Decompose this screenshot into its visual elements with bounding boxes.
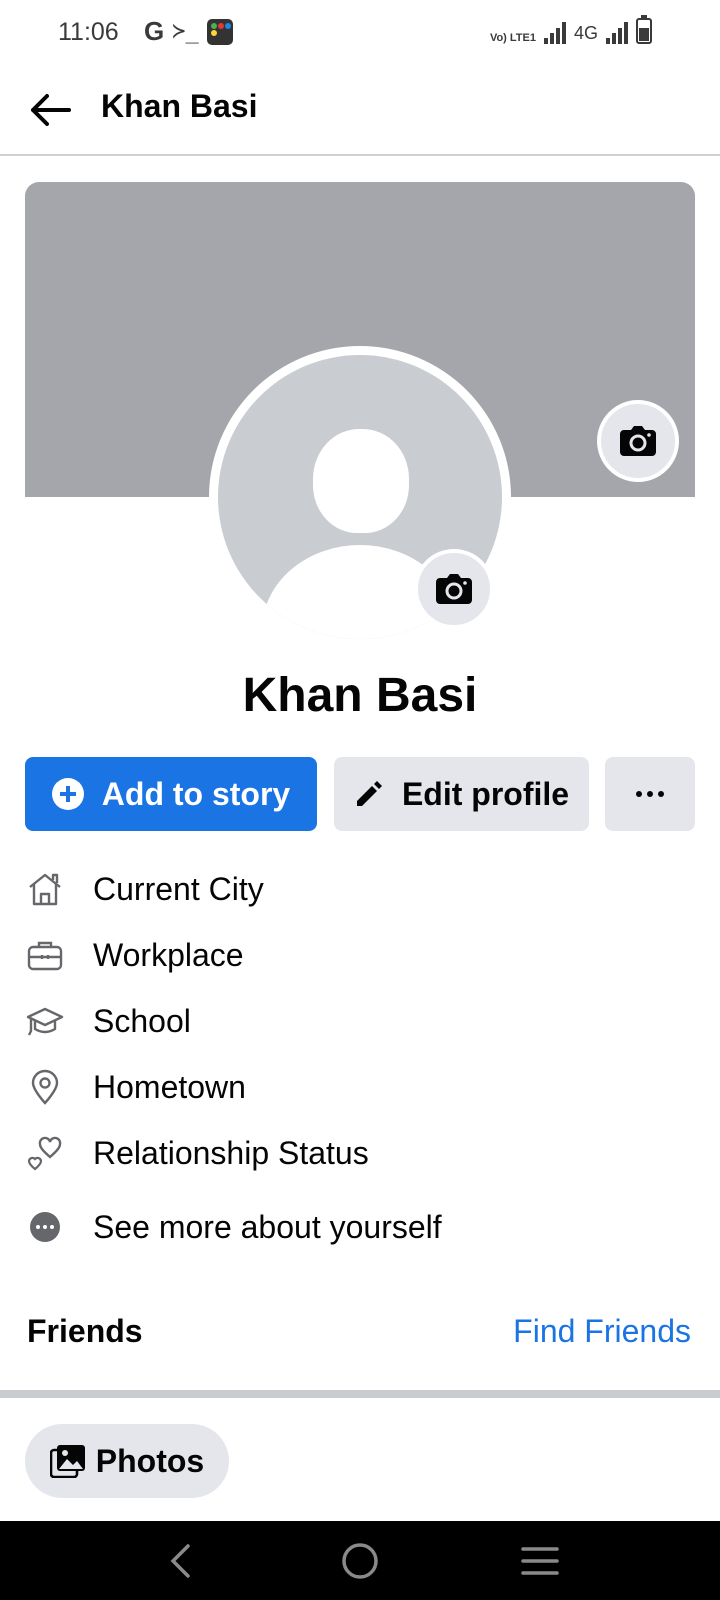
find-friends-link[interactable]: Find Friends: [513, 1313, 691, 1350]
about-item-school[interactable]: School: [25, 996, 685, 1046]
nav-home-button[interactable]: [330, 1538, 390, 1584]
more-horizontal-icon: [636, 791, 664, 797]
about-item-current-city[interactable]: Current City: [25, 864, 685, 914]
about-item-hometown[interactable]: Hometown: [25, 1062, 685, 1112]
about-item-label: School: [93, 1002, 191, 1039]
edit-profile-button[interactable]: Edit profile: [334, 757, 589, 831]
camera-icon: [620, 426, 656, 456]
add-to-story-button[interactable]: Add to story: [25, 757, 317, 831]
status-bar: 11:06 G ≻_ Vo) LTE1 4G: [0, 0, 720, 66]
more-options-button[interactable]: [605, 757, 695, 831]
plus-circle-icon: [51, 778, 84, 810]
about-item-workplace[interactable]: Workplace: [25, 930, 685, 980]
more-dots-icon: [30, 1212, 60, 1242]
nav-recents-button[interactable]: [510, 1538, 570, 1584]
recents-nav-icon: [521, 1547, 559, 1575]
status-notification-icons: G ≻_: [144, 16, 233, 47]
system-navigation-bar: [0, 1521, 720, 1600]
photos-icon: [49, 1445, 85, 1478]
google-icon: G: [144, 16, 165, 46]
edit-cover-photo-button[interactable]: [597, 400, 679, 482]
about-item-label: Workplace: [93, 936, 244, 973]
profile-name: Khan Basi: [242, 669, 478, 722]
arrow-left-icon: [31, 94, 71, 126]
home-nav-icon: [342, 1543, 378, 1579]
about-item-label: Hometown: [93, 1068, 246, 1105]
4g-icon: 4G: [573, 23, 598, 43]
terminal-icon: ≻_: [172, 19, 199, 44]
photos-label: Photos: [95, 1442, 205, 1479]
section-divider: [0, 1390, 720, 1398]
top-app-bar: Khan Basi: [0, 66, 720, 156]
about-item-label: Relationship Status: [93, 1134, 369, 1171]
location-pin-icon: [25, 1067, 65, 1107]
about-item-label: See more about yourself: [93, 1208, 442, 1245]
graduation-cap-icon: [25, 1001, 65, 1041]
camera-icon: [436, 574, 472, 604]
signal-icon: [606, 22, 628, 44]
about-item-relationship-status[interactable]: Relationship Status: [25, 1128, 685, 1178]
about-item-label: Current City: [93, 870, 264, 907]
volte-icon: Vo) LTE1: [489, 32, 536, 44]
status-system-icons: Vo) LTE1 4G: [489, 15, 652, 44]
pencil-icon: [356, 781, 382, 806]
battery-icon: [636, 15, 652, 44]
home-icon: [25, 869, 65, 909]
edit-profile-picture-button[interactable]: [414, 549, 494, 629]
add-to-story-label: Add to story: [101, 775, 291, 812]
photos-tab-button[interactable]: Photos: [25, 1424, 229, 1498]
back-nav-icon: [170, 1544, 190, 1578]
app-launcher-icon: [206, 18, 233, 45]
nav-back-button[interactable]: [150, 1538, 210, 1584]
about-item-see-more[interactable]: See more about yourself: [25, 1202, 685, 1252]
edit-profile-label: Edit profile: [401, 775, 570, 812]
back-button[interactable]: [24, 84, 76, 136]
friends-section-title: Friends: [27, 1313, 143, 1349]
status-time: 11:06: [58, 18, 119, 46]
hearts-icon: [25, 1133, 65, 1173]
briefcase-icon: [25, 935, 65, 975]
page-title: Khan Basi: [101, 88, 258, 124]
signal-icon: [543, 22, 566, 44]
